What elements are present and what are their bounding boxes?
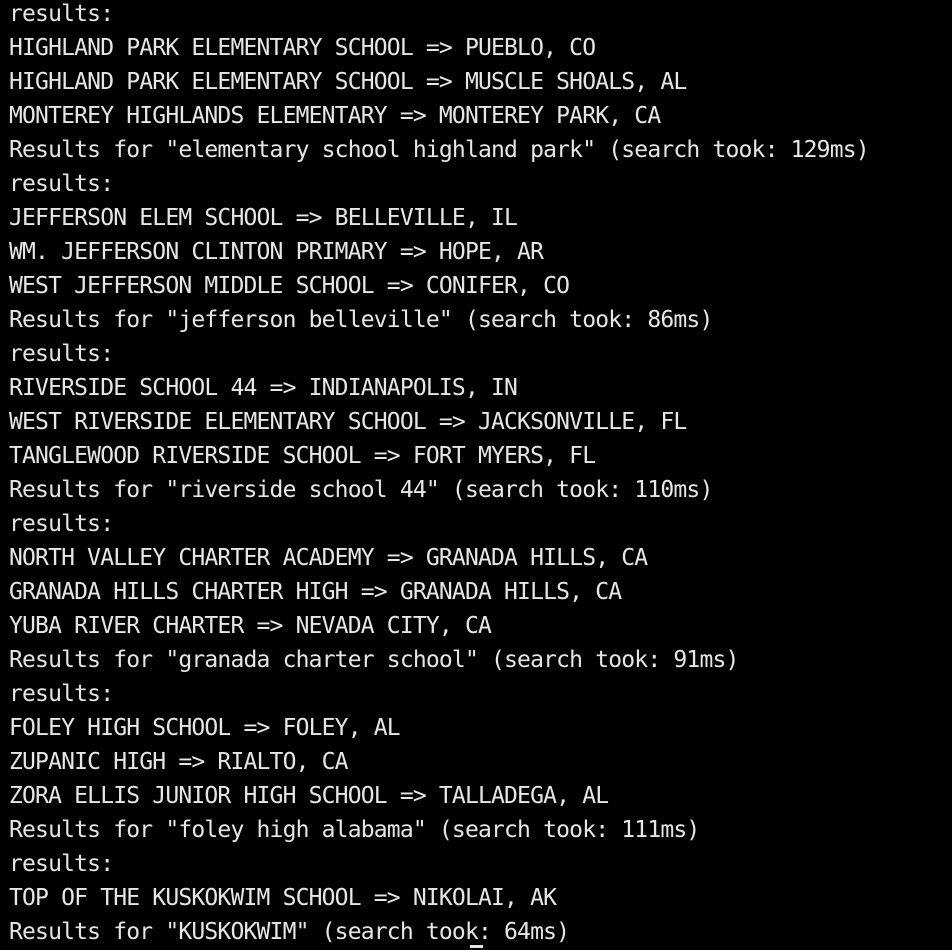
terminal-output: results: HIGHLAND PARK ELEMENTARY SCHOOL… [9,0,870,949]
terminal-line: Results for "granada charter school" (se… [9,647,739,673]
terminal-line: TOP OF THE KUSKOKWIM SCHOOL => NIKOLAI, … [9,885,557,911]
terminal-line: ZORA ELLIS JUNIOR HIGH SCHOOL => TALLADE… [9,783,609,809]
terminal-line: Results for "riverside school 44" (searc… [9,477,713,503]
text-cursor [470,945,483,948]
terminal-line: WEST RIVERSIDE ELEMENTARY SCHOOL => JACK… [9,409,687,435]
terminal-line: results: [9,1,114,27]
terminal-line: HIGHLAND PARK ELEMENTARY SCHOOL => PUEBL… [9,35,596,61]
terminal-line: ZUPANIC HIGH => RIALTO, CA [9,749,349,775]
terminal-line: Results for "elementary school highland … [9,137,870,163]
terminal-line: Results for "jefferson belleville" (sear… [9,307,713,333]
terminal-line: MONTEREY HIGHLANDS ELEMENTARY => MONTERE… [9,103,661,129]
terminal-line: FOLEY HIGH SCHOOL => FOLEY, AL [9,715,401,741]
terminal-line: WEST JEFFERSON MIDDLE SCHOOL => CONIFER,… [9,273,570,299]
terminal-line: results: [9,511,114,537]
terminal-line: results: [9,681,114,707]
terminal-line: results: [9,851,114,877]
terminal-line: GRANADA HILLS CHARTER HIGH => GRANADA HI… [9,579,622,605]
terminal-line: Results for "KUSKOKWIM" (search took: 64… [9,919,570,945]
terminal-line: results: [9,171,114,197]
terminal-line: RIVERSIDE SCHOOL 44 => INDIANAPOLIS, IN [9,375,518,401]
terminal-line: HIGHLAND PARK ELEMENTARY SCHOOL => MUSCL… [9,69,687,95]
terminal-line: NORTH VALLEY CHARTER ACADEMY => GRANADA … [9,545,648,571]
terminal-window[interactable]: results: HIGHLAND PARK ELEMENTARY SCHOOL… [0,0,952,950]
terminal-line: WM. JEFFERSON CLINTON PRIMARY => HOPE, A… [9,239,544,265]
terminal-line: YUBA RIVER CHARTER => NEVADA CITY, CA [9,613,492,639]
terminal-line: TANGLEWOOD RIVERSIDE SCHOOL => FORT MYER… [9,443,596,469]
terminal-line: Results for "foley high alabama" (search… [9,817,700,843]
terminal-line: JEFFERSON ELEM SCHOOL => BELLEVILLE, IL [9,205,518,231]
terminal-line: results: [9,341,114,367]
